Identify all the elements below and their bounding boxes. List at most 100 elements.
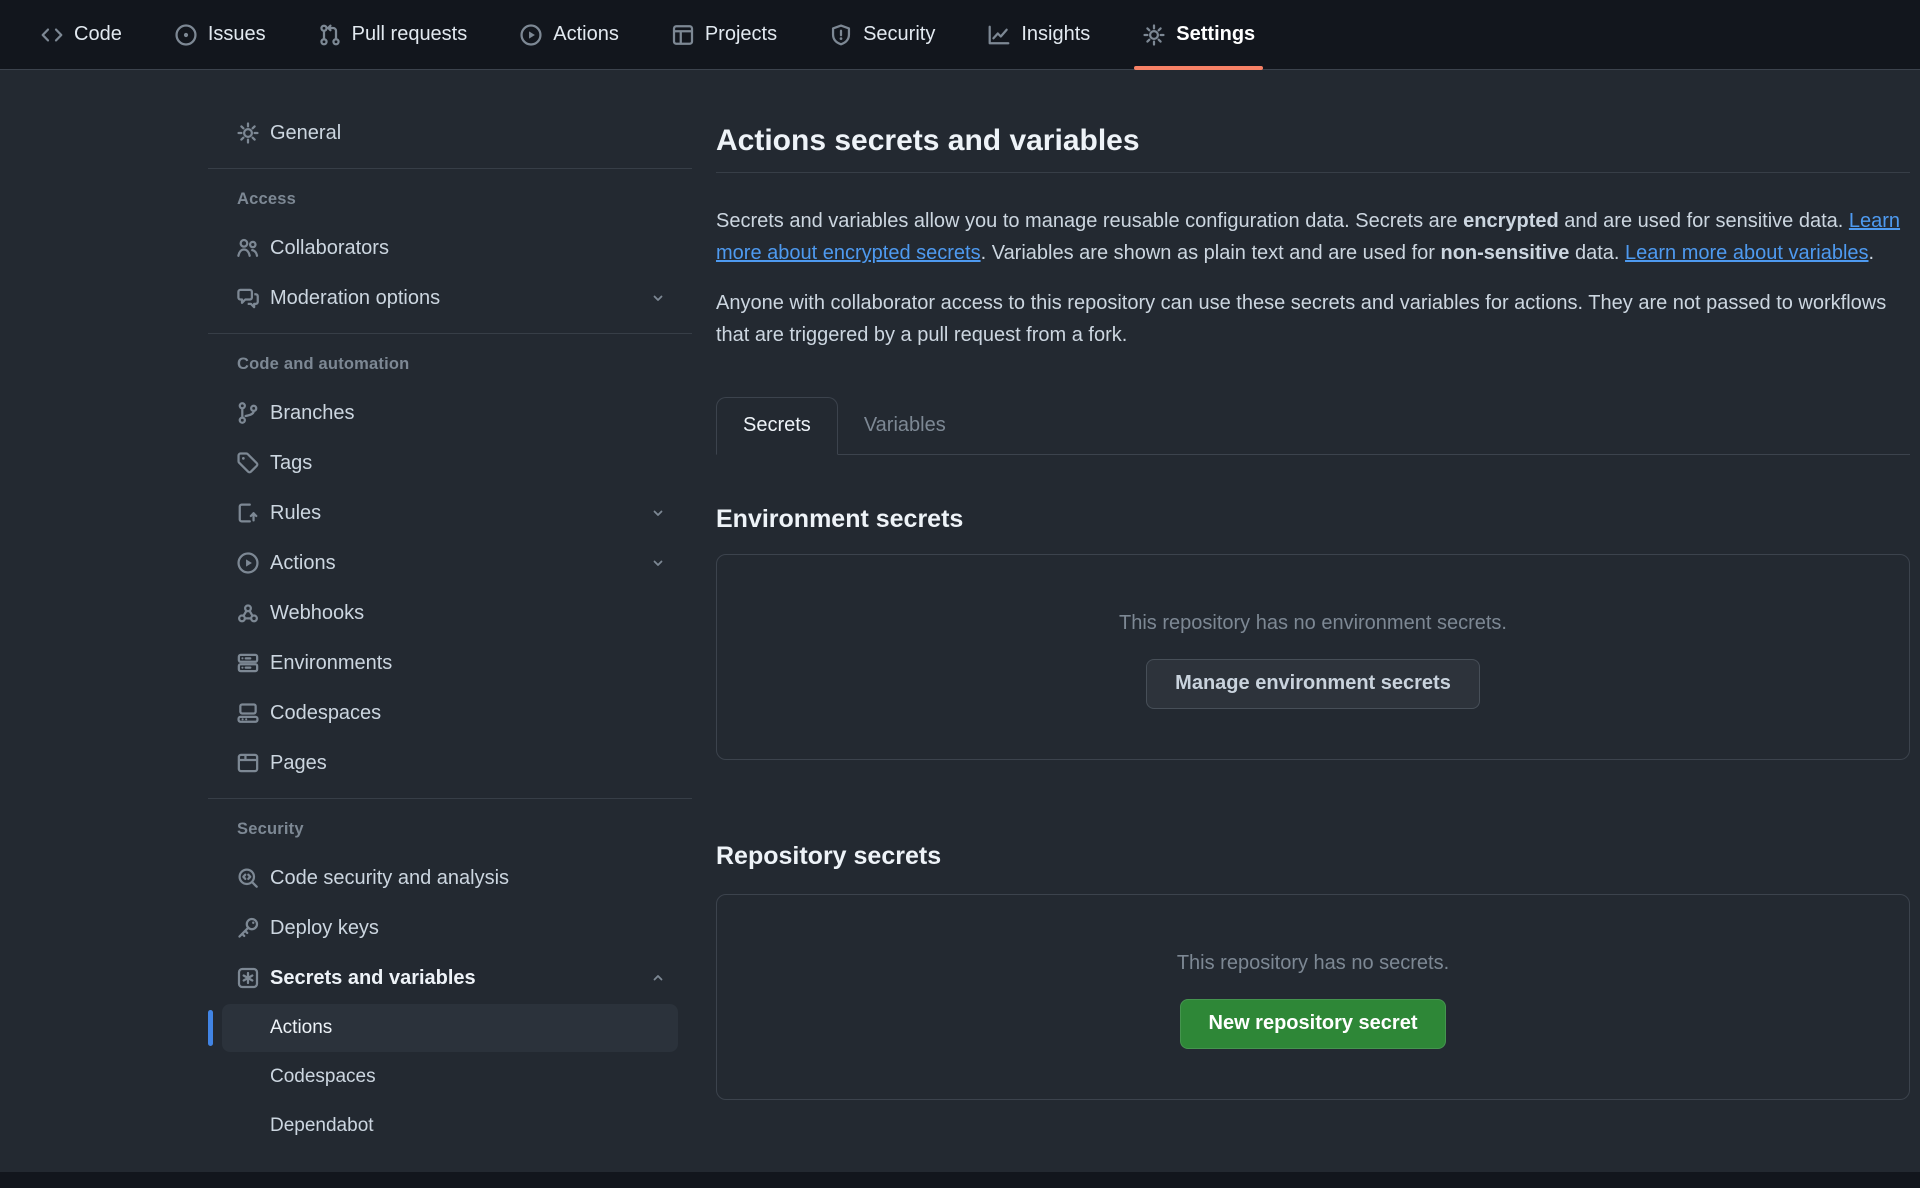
nav-tab-code-label: Code — [74, 23, 122, 46]
sidebar-item-actions[interactable]: Actions — [208, 538, 692, 588]
sidebar-item-branches[interactable]: Branches — [208, 388, 692, 438]
chevron-down-icon — [650, 290, 666, 306]
code-icon — [40, 23, 64, 47]
sidebar-item-moderation-options[interactable]: Moderation options — [208, 273, 692, 323]
nav-tab-issues[interactable]: Issues — [156, 0, 284, 69]
collaborator-access-paragraph: Anyone with collaborator access to this … — [716, 287, 1910, 352]
play-icon — [236, 551, 260, 575]
sidebar-item-general[interactable]: General — [208, 108, 692, 158]
sidebar-section-access: Access — [208, 190, 692, 209]
repository-secrets-empty-text: This repository has no secrets. — [1177, 951, 1449, 975]
sidebar-subitem-dependabot[interactable]: Dependabot — [222, 1102, 678, 1150]
tag-icon — [236, 451, 260, 475]
nav-tab-insights-label: Insights — [1021, 23, 1090, 46]
sidebar-item-environments[interactable]: Environments — [208, 638, 692, 688]
environment-secrets-heading: Environment secrets — [716, 503, 1910, 535]
nav-tab-actions[interactable]: Actions — [501, 0, 637, 69]
sidebar-section-security: Security — [208, 820, 692, 839]
chevron-up-icon — [650, 970, 666, 986]
sidebar-section-code-and-automation: Code and automation — [208, 355, 692, 374]
sidebar-divider — [208, 168, 692, 169]
table-icon — [671, 23, 695, 47]
new-repository-secret-button[interactable]: New repository secret — [1180, 999, 1447, 1049]
sidebar-item-collaborators-label: Collaborators — [270, 237, 389, 260]
sidebar-item-general-label: General — [270, 122, 341, 145]
repository-secrets-heading: Repository secrets — [716, 840, 1910, 872]
sidebar-item-rules-label: Rules — [270, 502, 321, 525]
nav-tab-security-label: Security — [863, 23, 935, 46]
browser-icon — [236, 751, 260, 775]
intro-text: . Variables are shown as plain text and … — [981, 242, 1441, 264]
intro-text: data. — [1569, 242, 1625, 264]
secret-asterisk-icon — [236, 966, 260, 990]
sidebar-divider — [208, 333, 692, 334]
sidebar-item-collaborators[interactable]: Collaborators — [208, 223, 692, 273]
comment-discussion-icon — [236, 286, 260, 310]
nav-tab-pull-requests[interactable]: Pull requests — [300, 0, 486, 69]
environment-secrets-section: Environment secrets This repository has … — [716, 503, 1910, 760]
nav-tab-insights[interactable]: Insights — [969, 0, 1108, 69]
intro-bold-encrypted: encrypted — [1463, 210, 1559, 232]
sidebar-item-rules[interactable]: Rules — [208, 488, 692, 538]
sidebar-item-webhooks-label: Webhooks — [270, 602, 364, 625]
intro-paragraph: Secrets and variables allow you to manag… — [716, 205, 1910, 270]
key-icon — [236, 916, 260, 940]
sidebar-item-pages[interactable]: Pages — [208, 738, 692, 788]
tab-secrets[interactable]: Secrets — [716, 397, 838, 455]
nav-tab-code[interactable]: Code — [22, 0, 140, 69]
nav-tab-projects[interactable]: Projects — [653, 0, 795, 69]
sidebar-subitem-dependabot-label: Dependabot — [270, 1115, 374, 1137]
sidebar-item-webhooks[interactable]: Webhooks — [208, 588, 692, 638]
graph-icon — [987, 23, 1011, 47]
repository-secrets-section: Repository secrets This repository has n… — [716, 840, 1910, 1100]
issue-opened-icon — [174, 23, 198, 47]
sidebar-item-codespaces[interactable]: Codespaces — [208, 688, 692, 738]
sidebar-item-code-security-and-analysis[interactable]: Code security and analysis — [208, 853, 692, 903]
sidebar-item-secrets-and-variables-label: Secrets and variables — [270, 967, 476, 990]
sidebar-item-actions-label: Actions — [270, 552, 336, 575]
sidebar-subitem-codespaces[interactable]: Codespaces — [222, 1053, 678, 1101]
intro-text: . — [1869, 242, 1875, 264]
sidebar-item-tags-label: Tags — [270, 452, 312, 475]
sidebar-item-branches-label: Branches — [270, 402, 355, 425]
codescan-icon — [236, 866, 260, 890]
nav-tab-pull-requests-label: Pull requests — [352, 23, 468, 46]
repo-tab-nav: Code Issues Pull requests Actions Projec… — [0, 0, 1920, 70]
shield-icon — [829, 23, 853, 47]
page-title: Actions secrets and variables — [716, 122, 1910, 173]
nav-tab-settings[interactable]: Settings — [1124, 0, 1273, 69]
sidebar-subitem-actions[interactable]: Actions — [222, 1004, 678, 1052]
git-branch-icon — [236, 401, 260, 425]
people-icon — [236, 236, 260, 260]
manage-environment-secrets-button[interactable]: Manage environment secrets — [1146, 659, 1480, 709]
sidebar-item-moderation-options-label: Moderation options — [270, 287, 440, 310]
sidebar-item-code-security-and-analysis-label: Code security and analysis — [270, 867, 509, 890]
secrets-variables-tabnav: Secrets Variables — [716, 397, 1910, 455]
nav-tab-security[interactable]: Security — [811, 0, 953, 69]
sidebar-item-tags[interactable]: Tags — [208, 438, 692, 488]
settings-content: Actions secrets and variables Secrets an… — [716, 70, 1910, 1100]
link-learn-more-variables[interactable]: Learn more about variables — [1625, 242, 1868, 264]
sidebar-item-deploy-keys[interactable]: Deploy keys — [208, 903, 692, 953]
nav-tab-actions-label: Actions — [553, 23, 619, 46]
webhook-icon — [236, 601, 260, 625]
play-icon — [519, 23, 543, 47]
codespaces-icon — [236, 701, 260, 725]
nav-tab-issues-label: Issues — [208, 23, 266, 46]
sidebar-item-secrets-and-variables[interactable]: Secrets and variables — [208, 953, 692, 1003]
intro-bold-non-sensitive: non-sensitive — [1441, 242, 1570, 264]
environment-secrets-empty-text: This repository has no environment secre… — [1119, 611, 1507, 635]
active-item-indicator — [208, 1010, 213, 1046]
settings-sidebar: General Access Collaborators Moderation … — [208, 108, 692, 1151]
chevron-down-icon — [650, 505, 666, 521]
intro-text: and are used for sensitive data. — [1559, 210, 1849, 232]
repository-secrets-panel: This repository has no secrets. New repo… — [716, 894, 1910, 1100]
intro-text: Secrets and variables allow you to manag… — [716, 210, 1463, 232]
git-pull-request-icon — [318, 23, 342, 47]
tab-variables[interactable]: Variables — [838, 397, 972, 455]
rules-icon — [236, 501, 260, 525]
gear-icon — [236, 121, 260, 145]
server-icon — [236, 651, 260, 675]
sidebar-item-codespaces-label: Codespaces — [270, 702, 381, 725]
sidebar-subitem-codespaces-label: Codespaces — [270, 1066, 376, 1088]
